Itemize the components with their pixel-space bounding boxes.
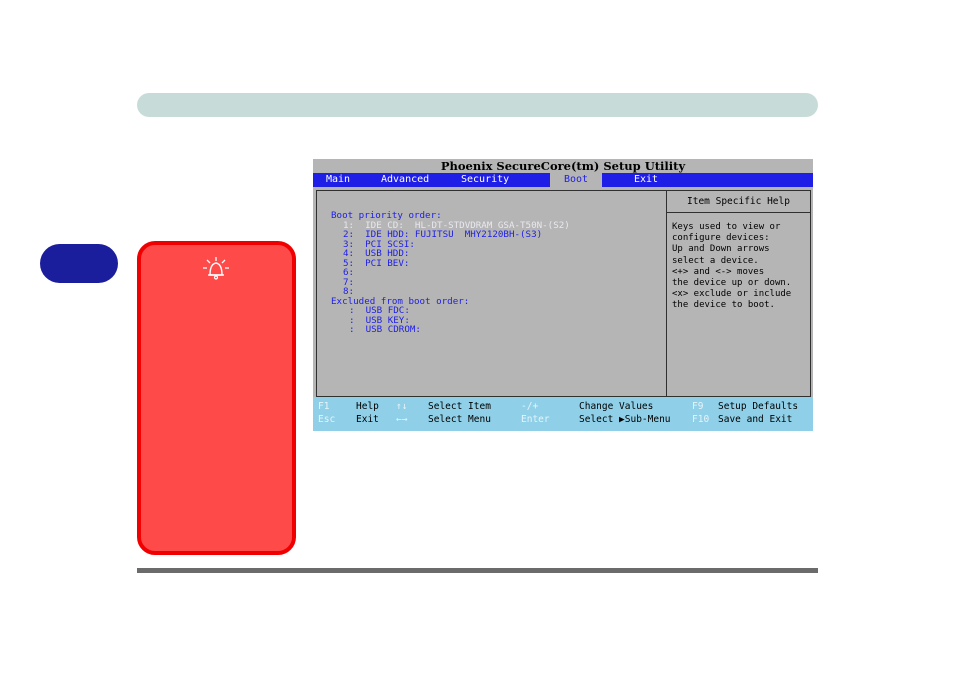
key-f10-desc: Save and Exit: [718, 414, 793, 425]
menu-exit[interactable]: Exit: [634, 173, 658, 187]
excluded-item-usb-cdrom[interactable]: : USB CDROM:: [349, 325, 421, 335]
key-minus-plus: -/+: [521, 401, 539, 412]
help-line: <+> and <-> moves: [672, 266, 765, 277]
help-line: Up and Down arrows: [672, 244, 770, 255]
help-line: the device to boot.: [672, 300, 775, 311]
item-help-panel: Item Specific Help Keys used to view or …: [666, 190, 811, 397]
key-enter: Enter: [521, 414, 550, 425]
note-box: [137, 241, 296, 555]
key-left-right-desc: Select Menu: [428, 414, 491, 425]
key-esc-desc: Exit: [356, 414, 379, 425]
key-esc: Esc: [318, 414, 336, 425]
help-line: <x> exclude or include: [672, 289, 792, 300]
bios-setup-window: Phoenix SecureCore(tm) Setup Utility Mai…: [313, 159, 813, 431]
boot-priority-heading: Boot priority order:: [331, 210, 442, 221]
help-title: Item Specific Help: [667, 191, 810, 213]
menu-boot[interactable]: Boot: [550, 173, 602, 187]
key-enter-desc: Select ▶Sub-Menu: [579, 414, 671, 425]
boot-item-4[interactable]: 4: USB HDD:: [343, 249, 409, 259]
page-footer-rule: [137, 568, 818, 573]
key-f9: F9: [692, 401, 704, 412]
boot-item-6[interactable]: 6:: [343, 268, 354, 278]
menu-main[interactable]: Main: [326, 173, 350, 187]
bios-key-legend: F1 Help ↑↓ Select Item -/+ Change Values…: [313, 397, 813, 431]
help-line: configure devices:: [672, 233, 770, 244]
key-minus-plus-desc: Change Values: [579, 401, 654, 412]
excluded-item-usb-fdc[interactable]: : USB FDC:: [349, 306, 410, 316]
boot-item-8[interactable]: 8:: [343, 287, 354, 297]
menu-security[interactable]: Security: [461, 173, 509, 187]
boot-order-panel: Boot priority order: 1: IDE CD: HL-DT-ST…: [316, 190, 667, 397]
key-f9-desc: Setup Defaults: [718, 401, 799, 412]
help-line: the device up or down.: [672, 278, 792, 289]
bios-title: Phoenix SecureCore(tm) Setup Utility: [440, 159, 686, 173]
boot-item-2[interactable]: 2: IDE HDD: FUJITSU MHY2120BH-(S3): [343, 230, 542, 240]
bios-menubar: Main Advanced Security Boot Exit: [313, 173, 813, 187]
key-up-down: ↑↓: [396, 401, 408, 412]
help-line: select a device.: [672, 255, 759, 266]
help-line: Keys used to view or: [672, 222, 781, 232]
menu-advanced[interactable]: Advanced: [381, 173, 429, 187]
key-up-down-desc: Select Item: [428, 401, 491, 412]
chapter-tab: [40, 244, 118, 283]
key-f10: F10: [692, 414, 710, 425]
key-f1-desc: Help: [356, 401, 379, 412]
page-header-bar: [137, 93, 818, 117]
bell-icon: [203, 257, 229, 280]
key-left-right: ←→: [396, 414, 408, 425]
key-f1: F1: [318, 401, 330, 412]
